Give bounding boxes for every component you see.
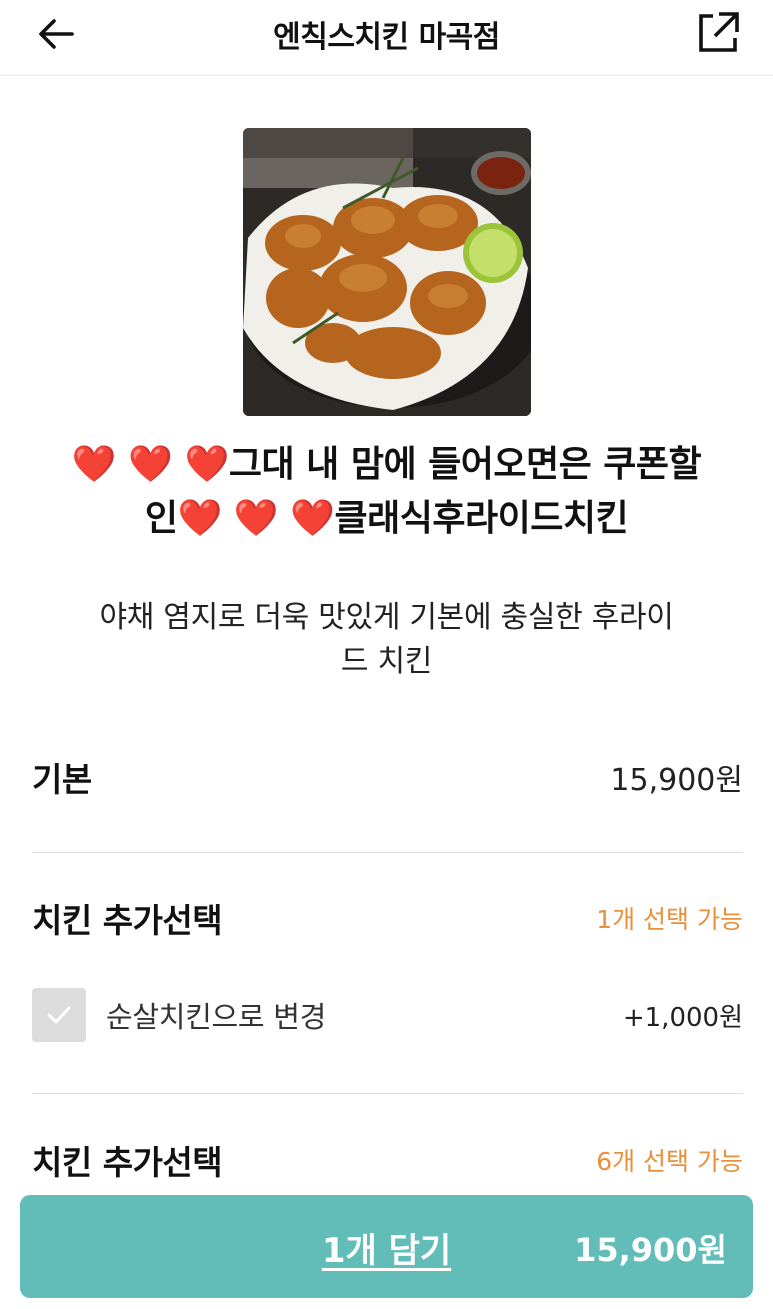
menu-description-line-1: 야채 염지로 더욱 맛있게 기본에 충실한 후라이 [99,600,674,635]
base-label: 기본 [32,760,92,799]
arrow-left-icon [39,19,74,49]
option-group-hint: 6개 선택 가능 [596,1147,743,1176]
option-label: 순살치킨으로 변경 [106,1000,326,1034]
divider [32,1093,743,1094]
menu-title: ❤️ ❤️ ❤️그대 내 맘에 들어오면은 쿠폰할 인❤️ ❤️ ❤️클래식후라… [40,438,733,546]
share-button[interactable] [697,10,741,54]
menu-photo [243,128,531,416]
check-icon [47,1006,71,1024]
top-bar: 엔칙스치킨 마곡점 [0,0,773,76]
base-price: 15,900원 [610,763,743,798]
menu-description-line-2: 드 치킨 [340,644,433,679]
divider [32,852,743,853]
cart-total-price: 15,900원 [574,1231,727,1269]
option-price: +1,000원 [622,1002,743,1033]
option-group-header: 치킨 추가선택 1개 선택 가능 [32,893,743,943]
option-group-header: 치킨 추가선택 6개 선택 가능 [32,1135,743,1185]
fried-chicken-image [243,128,531,416]
option-boneless[interactable]: 순살치킨으로 변경 +1,000원 [32,988,743,1042]
option-group-hint: 1개 선택 가능 [596,905,743,934]
page-title: 엔칙스치킨 마곡점 [273,19,500,55]
option-checkbox[interactable] [32,988,86,1042]
menu-title-line-1: ❤️ ❤️ ❤️그대 내 맘에 들어오면은 쿠폰할 [71,444,702,485]
share-external-icon [699,12,739,52]
back-button[interactable] [36,14,76,54]
menu-description: 야채 염지로 더욱 맛있게 기본에 충실한 후라이 드 치킨 [80,596,693,684]
add-to-cart-button[interactable]: 1개 담기 15,900원 [20,1195,753,1298]
option-group-title: 치킨 추가선택 [32,1143,223,1182]
base-price-row: 기본 15,900원 [32,752,743,802]
option-group-title: 치킨 추가선택 [32,901,223,940]
menu-title-line-2: 인❤️ ❤️ ❤️클래식후라이드치킨 [144,498,629,539]
